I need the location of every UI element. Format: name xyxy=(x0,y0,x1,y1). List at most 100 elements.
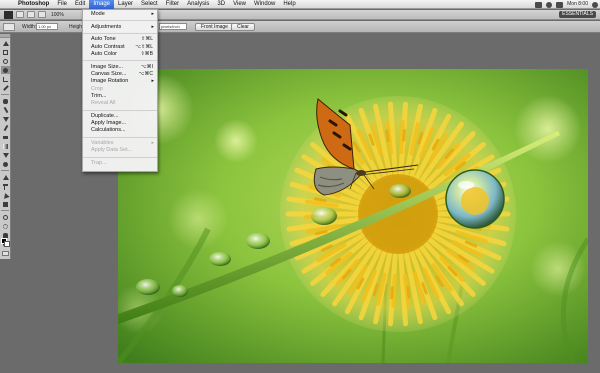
brush-tool-icon[interactable] xyxy=(1,106,10,114)
quick-selection-tool-icon[interactable] xyxy=(1,66,10,74)
status-area: Mon 8:00 xyxy=(535,0,598,9)
background-color-swatch[interactable] xyxy=(4,241,10,247)
menu-item-mode[interactable]: Mode ▸ xyxy=(83,11,157,18)
lasso-tool-icon[interactable] xyxy=(1,57,10,65)
menu-item-crop: Crop xyxy=(83,86,157,93)
menu-item-label: Mode xyxy=(91,11,105,17)
menu-item-label: Crop xyxy=(91,85,103,92)
clock-text[interactable]: Mon 8:00 xyxy=(567,0,588,9)
menu-item-label: Trim... xyxy=(91,92,107,99)
menu-file[interactable]: File xyxy=(53,0,71,9)
blur-tool-icon[interactable] xyxy=(1,151,10,159)
menu-separator xyxy=(83,109,157,111)
menu-select[interactable]: Select xyxy=(137,0,162,9)
eyedropper-tool-icon[interactable] xyxy=(1,84,10,92)
healing-brush-tool-icon[interactable] xyxy=(1,97,10,105)
menu-item-auto-tone[interactable]: Auto Tone ⇧⌘L xyxy=(83,36,157,43)
menu-view[interactable]: View xyxy=(229,0,250,9)
menu-item-trim[interactable]: Trim... xyxy=(83,93,157,100)
image-menu-dropdown: Mode ▸ Adjustments ▸ Auto Tone ⇧⌘L Auto Contra… xyxy=(82,9,158,172)
zoom-level[interactable]: 100% xyxy=(51,12,64,18)
submenu-arrow-icon: ▸ xyxy=(151,23,154,30)
front-image-button[interactable]: Front Image xyxy=(195,23,234,31)
eraser-tool-icon[interactable] xyxy=(1,133,10,141)
menu-help[interactable]: Help xyxy=(279,0,299,9)
spotlight-icon[interactable] xyxy=(592,1,598,8)
menu-item-apply-image[interactable]: Apply Image... xyxy=(83,120,157,127)
shape-tool-icon[interactable] xyxy=(1,200,10,208)
menu-item-calculations[interactable]: Calculations... xyxy=(83,127,157,134)
menu-item-image-size[interactable]: Image Size... ⌥⌘I xyxy=(83,64,157,71)
path-selection-tool-icon[interactable] xyxy=(1,191,10,199)
menu-photoshop[interactable]: Photoshop xyxy=(14,0,53,9)
battery-icon[interactable] xyxy=(535,1,543,8)
menu-item-label: Auto Color xyxy=(91,50,117,57)
dodge-tool-icon[interactable] xyxy=(1,160,10,168)
width-field[interactable]: 1.00 px xyxy=(36,23,58,30)
menu-item-apply-data-set: Apply Data Set... xyxy=(83,147,157,154)
petal xyxy=(402,128,406,142)
clear-button[interactable]: Clear xyxy=(231,23,255,31)
menu-item-label: Duplicate... xyxy=(91,112,119,119)
menu-item-label: Reveal All xyxy=(91,100,116,107)
menu-item-label: Apply Data Set... xyxy=(91,147,133,154)
menu-filter[interactable]: Filter xyxy=(162,0,183,9)
tool-preset-picker[interactable] xyxy=(3,23,15,31)
resolution-units-select[interactable]: pixels/inch xyxy=(159,23,187,30)
menu-item-label: Apply Image... xyxy=(91,120,127,127)
menu-item-label: Calculations... xyxy=(91,127,126,134)
submenu-arrow-icon: ▸ xyxy=(151,140,154,147)
document-canvas[interactable] xyxy=(118,69,588,363)
menu-bar: Photoshop File Edit Image Layer Select F… xyxy=(0,0,600,9)
menu-image[interactable]: Image xyxy=(89,0,115,9)
menu-item-auto-contrast[interactable]: Auto Contrast ⌥⇧⌘L xyxy=(83,44,157,51)
submenu-arrow-icon: ▸ xyxy=(151,11,154,17)
pen-tool-icon[interactable] xyxy=(1,173,10,181)
quick-mask-button[interactable] xyxy=(2,251,9,256)
menu-item-canvas-size[interactable]: Canvas Size... ⌥⌘C xyxy=(83,71,157,78)
menu-item-label: Image Size... xyxy=(91,63,124,70)
history-brush-tool-icon[interactable] xyxy=(1,124,10,132)
launch-bridge-button[interactable] xyxy=(16,11,24,18)
3d-orbit-tool-icon[interactable] xyxy=(1,222,10,230)
launch-minibridge-button[interactable] xyxy=(27,11,35,18)
gradient-tool-icon[interactable] xyxy=(1,142,10,150)
menu-item-adjustments[interactable]: Adjustments ▸ xyxy=(83,24,157,31)
menu-item-label: Adjustments xyxy=(91,23,122,30)
menu-item-shortcut: ⇧⌘L xyxy=(141,36,153,43)
tools-panel-grip[interactable] xyxy=(0,34,10,38)
menu-item-label: Canvas Size... xyxy=(91,70,127,77)
workspace-switcher[interactable]: ESSENTIALS xyxy=(559,11,596,18)
type-tool-icon[interactable] xyxy=(1,182,10,190)
menu-separator xyxy=(83,156,157,158)
menu-separator xyxy=(83,33,157,35)
menu-layer[interactable]: Layer xyxy=(114,0,137,9)
menu-analysis[interactable]: Analysis xyxy=(183,0,213,9)
menu-separator xyxy=(83,20,157,22)
menu-item-shortcut: ⌥⇧⌘L xyxy=(135,43,153,50)
crop-tool-icon[interactable] xyxy=(1,75,10,83)
move-tool-icon[interactable] xyxy=(1,39,10,47)
menu-item-label: Auto Contrast xyxy=(91,43,125,50)
clone-stamp-tool-icon[interactable] xyxy=(1,115,10,123)
wifi-icon[interactable] xyxy=(546,1,553,8)
menu-item-duplicate[interactable]: Duplicate... xyxy=(83,113,157,120)
3d-rotate-tool-icon[interactable] xyxy=(1,213,10,221)
tools-divider xyxy=(1,170,9,171)
menu-3d[interactable]: 3D xyxy=(213,0,229,9)
petal xyxy=(390,286,394,300)
marquee-tool-icon[interactable] xyxy=(1,48,10,56)
view-extras-button[interactable] xyxy=(38,11,46,18)
photoshop-logo-icon xyxy=(4,10,13,19)
menu-item-label: Auto Tone xyxy=(91,36,116,43)
menu-item-label: Trap... xyxy=(91,160,107,166)
menu-item-trap: Trap... xyxy=(83,160,157,167)
volume-icon[interactable] xyxy=(556,1,564,8)
menu-edit[interactable]: Edit xyxy=(71,0,89,9)
menu-item-image-rotation[interactable]: Image Rotation ▸ xyxy=(83,78,157,85)
menu-window[interactable]: Window xyxy=(250,0,279,9)
menu-item-variables: Variables ▸ xyxy=(83,140,157,147)
menu-item-auto-color[interactable]: Auto Color ⇧⌘B xyxy=(83,51,157,58)
menu-item-reveal-all: Reveal All xyxy=(83,100,157,107)
width-label: Width: xyxy=(22,24,37,30)
